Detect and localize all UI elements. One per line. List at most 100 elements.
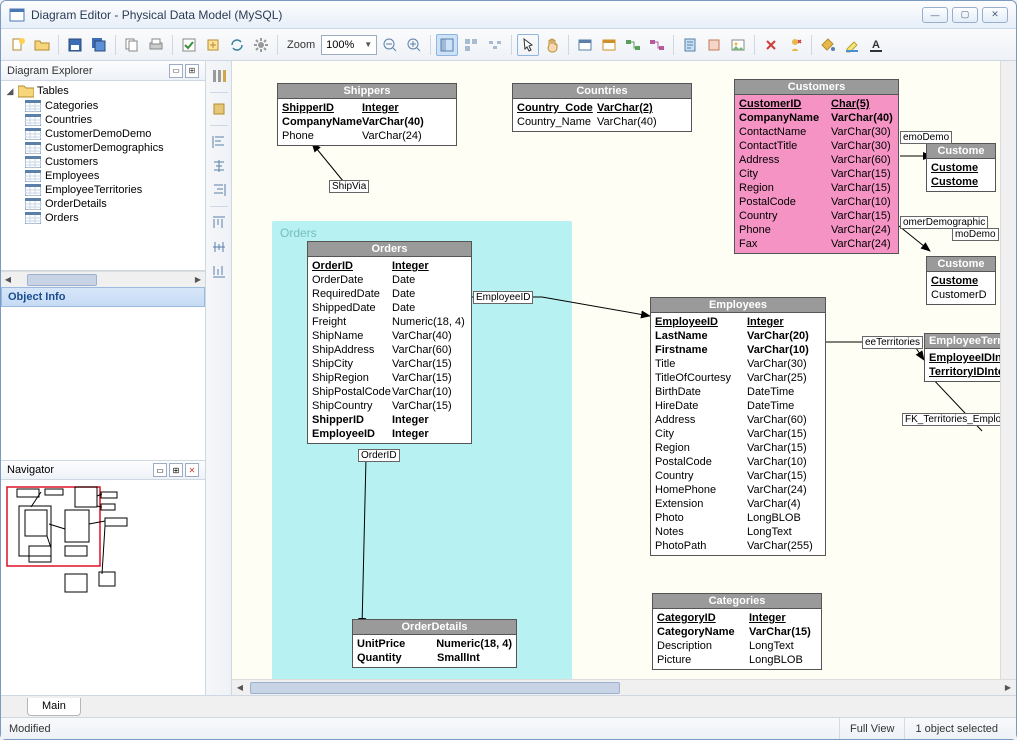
save-button[interactable] — [64, 34, 86, 56]
tree-item-label: OrderDetails — [45, 198, 107, 210]
tree-item-label: Employees — [45, 170, 99, 182]
pin-icon[interactable]: ⊞ — [185, 64, 199, 78]
entity-header: Custome — [927, 257, 995, 272]
entity-body: CategoryIDIntegerCategoryNameVarChar(15)… — [653, 609, 821, 669]
navigator-body[interactable] — [1, 480, 205, 695]
note-tool-button[interactable] — [679, 34, 701, 56]
new-button[interactable] — [7, 34, 29, 56]
titlebar[interactable]: Diagram Editor - Physical Data Model (My… — [1, 1, 1016, 29]
view-tool-button[interactable] — [598, 34, 620, 56]
entity-custstub2[interactable]: CustomeCustomeCustomerD — [926, 256, 996, 305]
pointer-button[interactable] — [517, 34, 539, 56]
zoom-in-button[interactable] — [403, 34, 425, 56]
entity-countries[interactable]: CountriesCountry_CodeVarChar(2)Country_N… — [512, 83, 692, 132]
entity-orderdetails[interactable]: OrderDetailsUnitPriceNumeric(18, 4)Quant… — [352, 619, 517, 668]
close-icon[interactable]: ✕ — [185, 463, 199, 477]
tree-item-label: Countries — [45, 114, 92, 126]
save-all-button[interactable] — [88, 34, 110, 56]
layout2-button[interactable] — [460, 34, 482, 56]
palette-group[interactable] — [208, 98, 230, 120]
minimize-button[interactable]: — — [922, 7, 948, 23]
delete2-button[interactable] — [784, 34, 806, 56]
tree-item[interactable]: Orders — [3, 211, 203, 225]
entity-employees[interactable]: EmployeesEmployeeIDIntegerLastNameVarCha… — [650, 297, 826, 556]
tree-item-label: Categories — [45, 100, 98, 112]
zoom-out-button[interactable] — [379, 34, 401, 56]
entity-customers[interactable]: CustomersCustomerIDChar(5)CompanyNameVar… — [734, 79, 899, 254]
highlight-button[interactable] — [841, 34, 863, 56]
tree-item[interactable]: Categories — [3, 99, 203, 113]
tree-item[interactable]: Employees — [3, 169, 203, 183]
entity-shippers[interactable]: ShippersShipperIDIntegerCompanyNameVarCh… — [277, 83, 457, 146]
separator — [430, 35, 431, 55]
tree-item[interactable]: CustomerDemographics — [3, 141, 203, 155]
print-button[interactable] — [145, 34, 167, 56]
rel-label-orderid: OrderID — [358, 449, 400, 462]
palette-align-left[interactable] — [208, 131, 230, 153]
tree-item[interactable]: Countries — [3, 113, 203, 127]
tree-item[interactable]: EmployeeTerritories — [3, 183, 203, 197]
entity-custstub1[interactable]: CustomeCustomeCustome — [926, 143, 996, 192]
table-icon — [25, 198, 41, 210]
entity-orders[interactable]: OrdersOrderIDIntegerOrderDateDateRequire… — [307, 241, 472, 444]
layout1-button[interactable] — [436, 34, 458, 56]
diagram-canvas[interactable]: Orders ShippersShipperIDIntegerCompanyNa… — [232, 61, 1016, 695]
table-icon — [25, 142, 41, 154]
tree-item[interactable]: OrderDetails — [3, 197, 203, 211]
palette-align-right[interactable] — [208, 179, 230, 201]
entity-body: CustomerIDChar(5)CompanyNameVarChar(40)C… — [735, 95, 898, 253]
font-color-button[interactable]: A — [865, 34, 887, 56]
tree-item[interactable]: Customers — [3, 155, 203, 169]
relation-tool-button[interactable] — [622, 34, 644, 56]
stamp-tool-button[interactable] — [703, 34, 725, 56]
tree-root-tables[interactable]: ◢ Tables — [3, 83, 203, 99]
entity-categories[interactable]: CategoriesCategoryIDIntegerCategoryNameV… — [652, 593, 822, 670]
navigator-title: Navigator — [7, 464, 54, 476]
restore-icon[interactable]: ▭ — [169, 64, 183, 78]
check-button[interactable] — [178, 34, 200, 56]
tree-root-label: Tables — [37, 85, 69, 97]
tree-hscroll[interactable]: ◀▶ — [1, 271, 205, 287]
copy-button[interactable] — [121, 34, 143, 56]
tree-item[interactable]: CustomerDemoDemo — [3, 127, 203, 141]
fill-button[interactable] — [817, 34, 839, 56]
table-tool-button[interactable] — [574, 34, 596, 56]
table-icon — [25, 170, 41, 182]
separator — [172, 35, 173, 55]
table-icon — [25, 212, 41, 224]
table-icon — [25, 156, 41, 168]
palette-align-middle[interactable] — [208, 236, 230, 258]
gear-button[interactable] — [250, 34, 272, 56]
tab-main[interactable]: Main — [27, 698, 81, 716]
palette-align-center[interactable] — [208, 155, 230, 177]
sync-button[interactable] — [226, 34, 248, 56]
layout3-button[interactable] — [484, 34, 506, 56]
close-button[interactable]: ✕ — [982, 7, 1008, 23]
entity-header: Customers — [735, 80, 898, 95]
diagram-explorer-tree[interactable]: ◢ Tables CategoriesCountriesCustomerDemo… — [1, 81, 205, 271]
folder-icon — [18, 84, 34, 98]
image-tool-button[interactable] — [727, 34, 749, 56]
canvas-area[interactable]: Orders ShippersShipperIDIntegerCompanyNa… — [232, 61, 1016, 695]
maximize-button[interactable]: ▢ — [952, 7, 978, 23]
restore-icon[interactable]: ▭ — [153, 463, 167, 477]
entity-header: Orders — [308, 242, 471, 257]
diagram-tabs: Main — [1, 695, 1016, 717]
hand-button[interactable] — [541, 34, 563, 56]
open-button[interactable] — [31, 34, 53, 56]
generate-button[interactable] — [202, 34, 224, 56]
canvas-vscroll[interactable] — [1000, 61, 1016, 679]
delete-button[interactable] — [760, 34, 782, 56]
pin-icon[interactable]: ⊞ — [169, 463, 183, 477]
palette-insert-cols[interactable] — [208, 65, 230, 87]
entity-body: Country_CodeVarChar(2)Country_NameVarCha… — [513, 99, 691, 131]
separator — [754, 35, 755, 55]
navigator-canvas[interactable] — [5, 484, 195, 684]
object-info-header[interactable]: Object Info — [1, 287, 205, 307]
canvas-hscroll[interactable]: ◀▶ — [232, 679, 1016, 695]
relation2-tool-button[interactable] — [646, 34, 668, 56]
palette-align-top[interactable] — [208, 212, 230, 234]
zoom-combo[interactable]: 100%▼ — [321, 35, 377, 55]
object-info-body — [1, 307, 205, 460]
palette-align-bottom[interactable] — [208, 260, 230, 282]
